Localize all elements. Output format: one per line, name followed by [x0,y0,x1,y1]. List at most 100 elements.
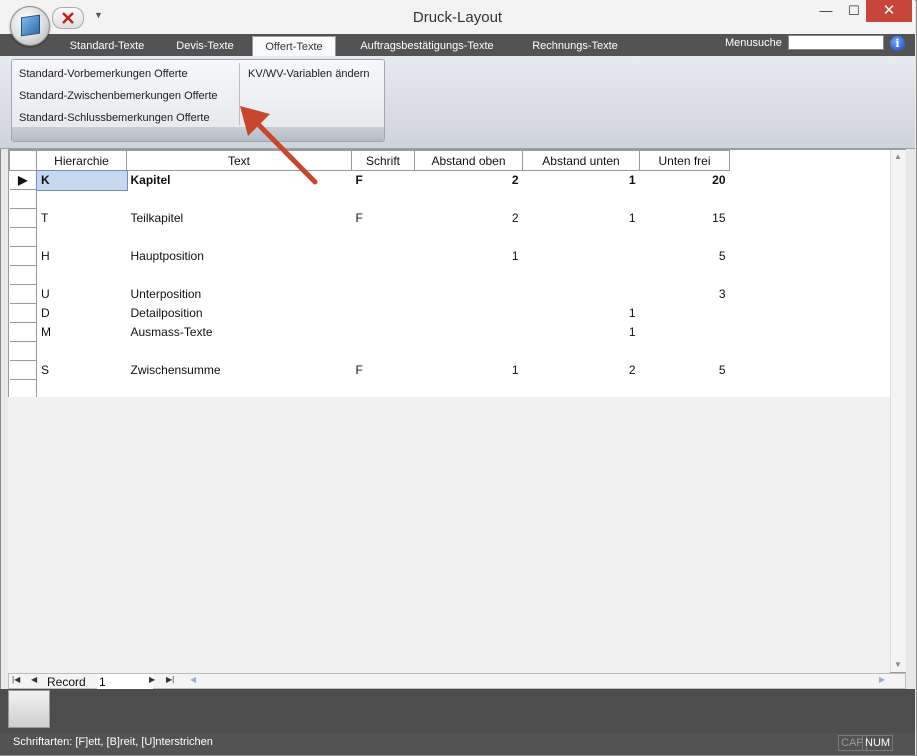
row-selector[interactable] [9,379,37,399]
table-row[interactable] [9,227,730,247]
tab-offert-texte[interactable]: Offert-Texte [252,36,336,56]
cell-hierarchie[interactable]: M [37,323,127,342]
tab-standard-texte[interactable]: Standard-Texte [58,36,156,56]
last-record-icon[interactable]: ▶| [166,675,174,684]
cell-abstand-unten[interactable]: 1 [523,323,640,342]
cell-abstand-oben[interactable]: 2 [415,171,523,190]
table-row[interactable] [9,379,730,399]
cell-abstand-oben[interactable]: 1 [415,361,523,380]
cell-abstand-oben[interactable] [415,228,523,247]
table-row[interactable]: S Zwischensumme F 1 2 5 [9,360,730,380]
row-selector[interactable] [9,341,37,361]
table-row[interactable]: M Ausmass-Texte 1 [9,322,730,342]
cell-abstand-unten[interactable]: 2 [523,361,640,380]
cell-abstand-unten[interactable] [523,247,640,266]
table-row[interactable] [9,189,730,209]
cell-unten-frei[interactable]: 5 [640,247,730,266]
cell-text[interactable] [127,266,352,285]
cell-unten-frei[interactable] [640,304,730,323]
cell-hierarchie[interactable]: U [37,285,127,304]
scroll-right-icon[interactable]: ▶ [879,675,885,684]
cell-unten-frei[interactable]: 15 [640,209,730,228]
cell-abstand-oben[interactable] [415,304,523,323]
row-selector[interactable]: ▶ [9,170,37,190]
cell-text[interactable]: Detailposition [127,304,352,323]
scroll-down-icon[interactable]: ▼ [894,660,902,669]
ribbon-item-vorbemerkungen[interactable]: Standard-Vorbemerkungen Offerte [19,68,188,80]
cell-schrift[interactable]: F [352,209,415,228]
column-header-abstand-oben[interactable]: Abstand oben [414,150,523,171]
vertical-scrollbar[interactable]: ▲ ▼ [890,150,906,672]
cell-schrift[interactable] [352,380,415,399]
cell-unten-frei[interactable] [640,380,730,399]
cell-schrift[interactable] [352,285,415,304]
cell-abstand-unten[interactable] [523,285,640,304]
cell-hierarchie[interactable]: D [37,304,127,323]
table-row[interactable]: T Teilkapitel F 2 1 15 [9,208,730,228]
row-selector[interactable] [9,208,37,228]
cell-abstand-unten[interactable]: 1 [523,304,640,323]
row-selector[interactable] [9,303,37,323]
cell-schrift[interactable] [352,323,415,342]
cell-abstand-unten[interactable] [523,228,640,247]
cell-abstand-oben[interactable] [415,380,523,399]
first-record-icon[interactable]: |◀ [12,675,20,684]
cell-text[interactable]: Zwischensumme [127,361,352,380]
cell-unten-frei[interactable] [640,228,730,247]
cell-hierarchie[interactable]: H [37,247,127,266]
cell-abstand-unten[interactable]: 1 [523,209,640,228]
cell-unten-frei[interactable]: 20 [640,171,730,190]
cell-schrift[interactable] [352,342,415,361]
cell-text[interactable] [127,228,352,247]
cell-text[interactable]: Unterposition [127,285,352,304]
info-icon[interactable]: i [890,36,905,51]
row-selector[interactable] [9,246,37,266]
scroll-left-icon[interactable]: ◀ [190,675,196,684]
cell-hierarchie[interactable] [37,380,127,399]
row-selector[interactable] [9,322,37,342]
cell-schrift[interactable] [352,247,415,266]
record-number-input[interactable] [97,674,153,690]
cell-hierarchie[interactable]: K [35,169,128,191]
tab-auftragsbestaetigungs-texte[interactable]: Auftragsbestätigungs-Texte [345,36,509,56]
cell-unten-frei[interactable]: 3 [640,285,730,304]
cell-unten-frei[interactable] [640,266,730,285]
column-header-schrift[interactable]: Schrift [351,150,415,171]
table-row[interactable]: ▶ K Kapitel F 2 1 20 [9,169,730,191]
cell-abstand-oben[interactable]: 1 [415,247,523,266]
cell-abstand-oben[interactable] [415,323,523,342]
menusuche-input[interactable] [788,35,884,50]
cell-unten-frei[interactable] [640,190,730,209]
tab-rechnungs-texte[interactable]: Rechnungs-Texte [520,36,630,56]
cell-abstand-unten[interactable] [523,380,640,399]
row-selector[interactable] [9,265,37,285]
cell-schrift[interactable] [352,304,415,323]
row-selector[interactable] [9,227,37,247]
cell-unten-frei[interactable]: 5 [640,361,730,380]
cell-abstand-oben[interactable] [415,342,523,361]
cell-abstand-unten[interactable]: 1 [523,171,640,190]
cell-unten-frei[interactable] [640,323,730,342]
ribbon-item-kv-wv-variablen[interactable]: KV/WV-Variablen ändern [248,68,369,80]
cell-hierarchie[interactable] [37,228,127,247]
cell-abstand-unten[interactable] [523,190,640,209]
cell-hierarchie[interactable] [37,266,127,285]
cell-schrift[interactable] [352,190,415,209]
table-row[interactable] [9,341,730,361]
row-selector[interactable] [9,284,37,304]
cell-unten-frei[interactable] [640,342,730,361]
cell-abstand-oben[interactable] [415,266,523,285]
ribbon-item-zwischenbemerkungen[interactable]: Standard-Zwischenbemerkungen Offerte [19,90,218,102]
cell-abstand-oben[interactable] [415,190,523,209]
cell-text[interactable] [127,342,352,361]
table-row[interactable]: H Hauptposition 1 5 [9,246,730,266]
table-row[interactable] [9,265,730,285]
column-header-hierarchie[interactable]: Hierarchie [36,150,127,171]
cell-text[interactable] [127,190,352,209]
scroll-up-icon[interactable]: ▲ [894,152,902,161]
column-header-abstand-unten[interactable]: Abstand unten [522,150,640,171]
cell-text[interactable]: Ausmass-Texte [127,323,352,342]
cell-abstand-oben[interactable]: 2 [415,209,523,228]
cell-abstand-unten[interactable] [523,342,640,361]
document-tab[interactable] [8,690,50,728]
